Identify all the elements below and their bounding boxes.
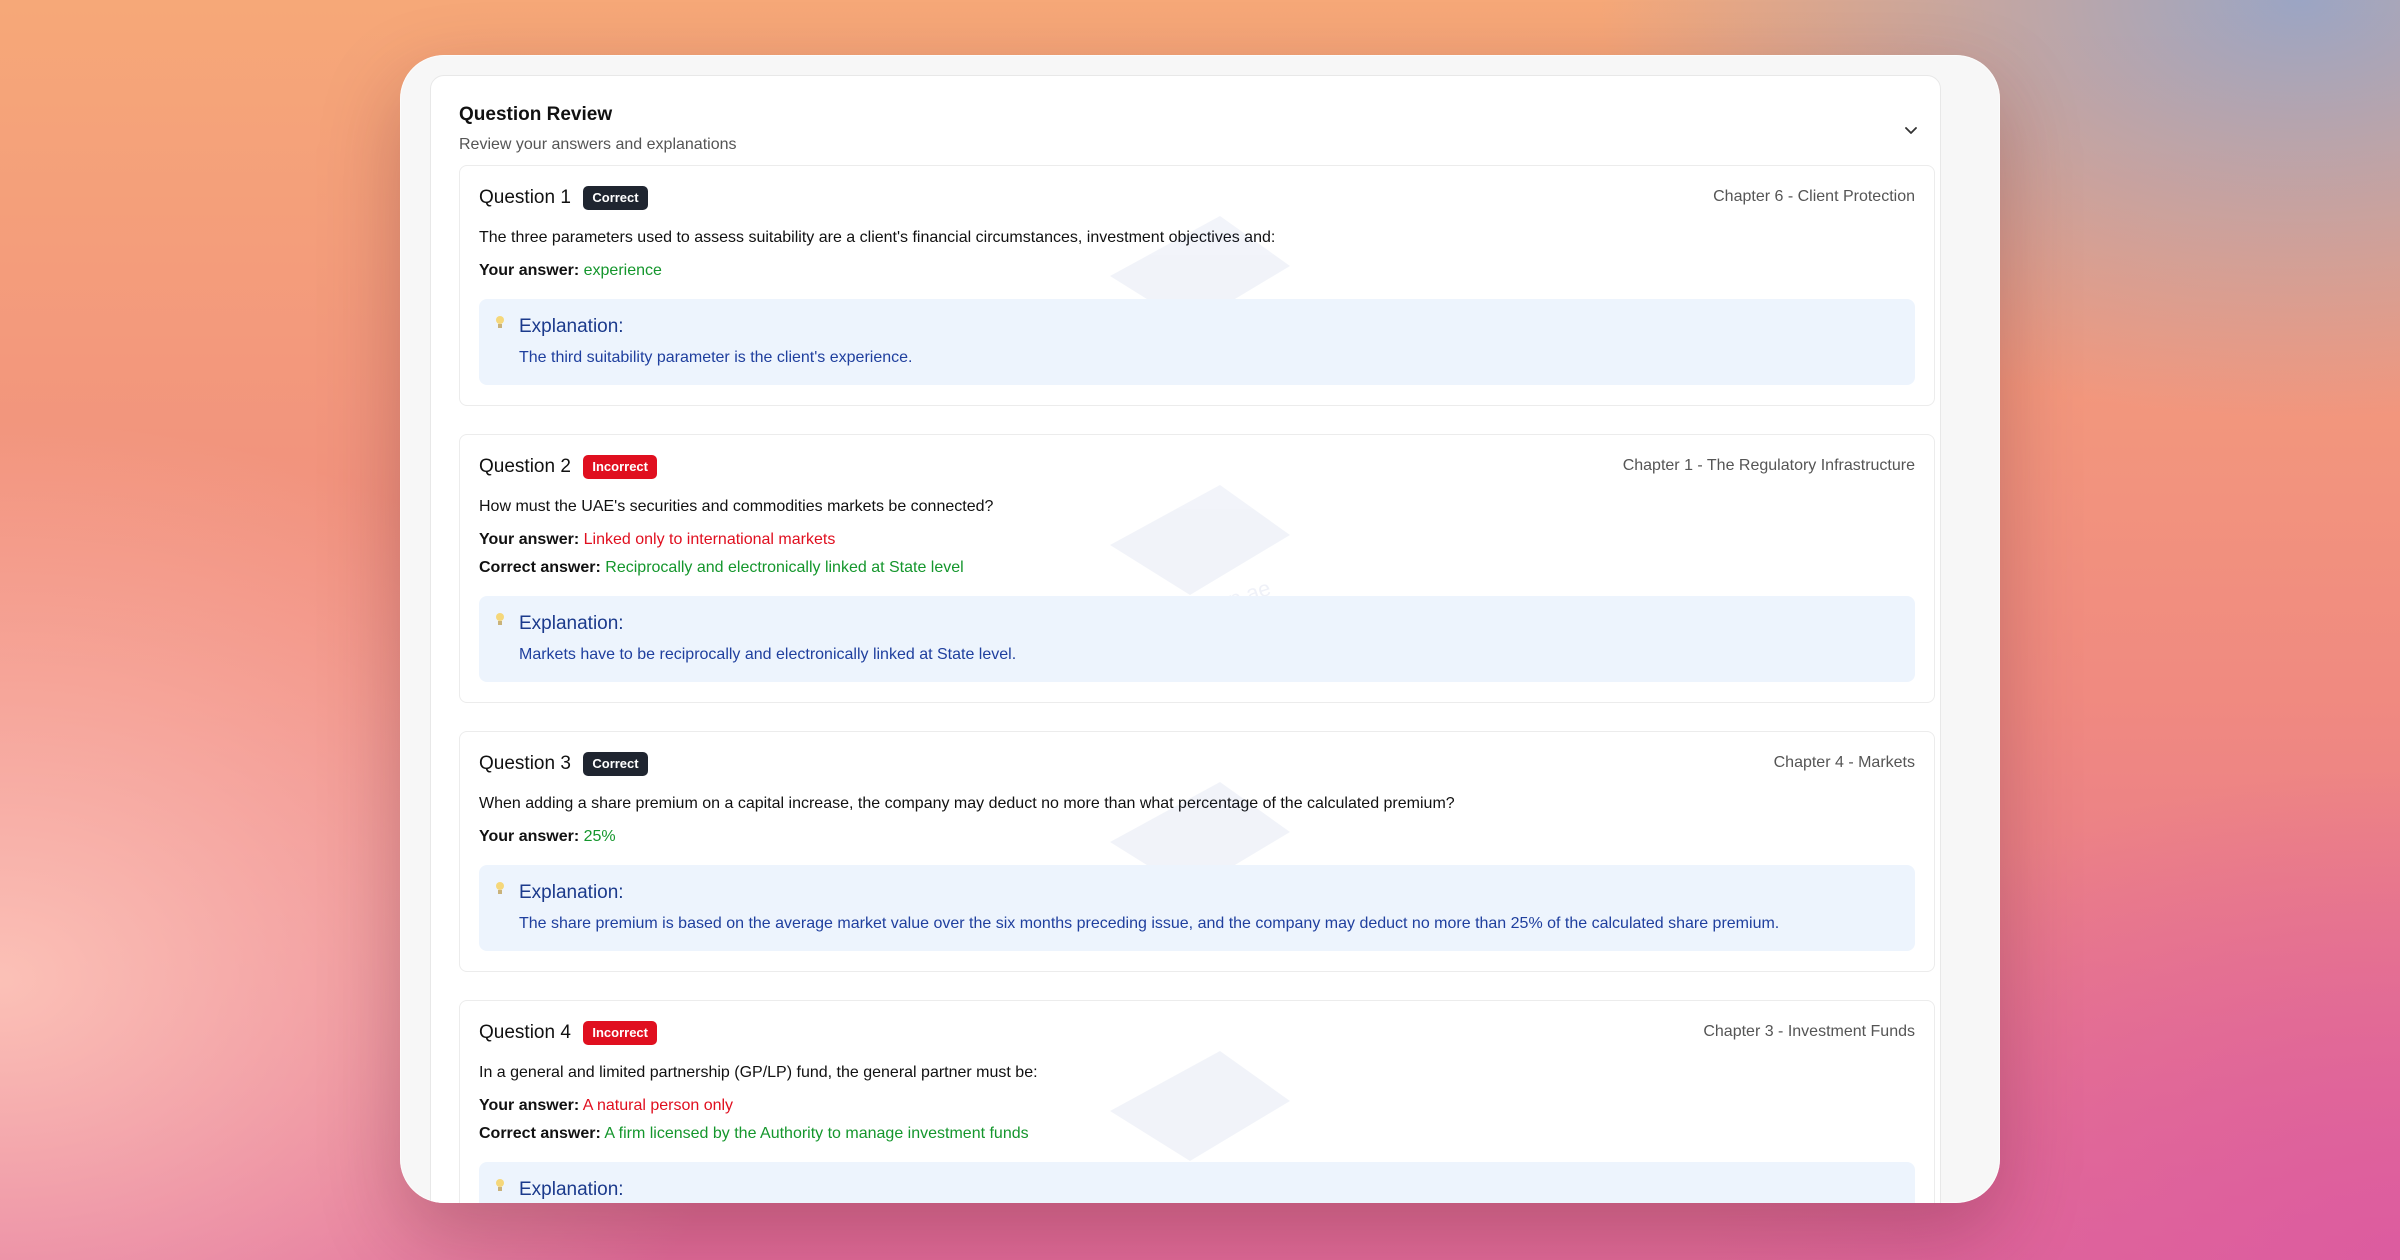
- app-window: Question Review Review your answers and …: [400, 55, 2000, 1203]
- your-answer-value: A natural person only: [582, 1097, 734, 1114]
- chapter-label: Chapter 6 - Client Protection: [1713, 188, 1915, 205]
- correct-answer-value: A firm licensed by the Authority to mana…: [604, 1125, 1029, 1142]
- question-list: ExamPrep.ae Question 1 Correct Chapter 6…: [459, 165, 1935, 1203]
- your-answer-value: 25%: [583, 828, 616, 845]
- explanation-title: Explanation:: [519, 882, 624, 903]
- your-answer-value: Linked only to international markets: [583, 531, 836, 548]
- status-badge: Incorrect: [583, 1021, 657, 1045]
- question-card: Question 4 Incorrect Chapter 3 - Investm…: [459, 1000, 1935, 1203]
- lightbulb-icon: [496, 1179, 504, 1191]
- question-header: Question 2 Incorrect Chapter 1 - The Reg…: [460, 435, 1934, 491]
- question-text: How must the UAE's securities and commod…: [479, 498, 994, 515]
- correct-answer-row: Correct answer: Reciprocally and electro…: [460, 554, 1934, 582]
- question-card: ExamPrep.ae Question 1 Correct Chapter 6…: [459, 165, 1935, 406]
- explanation-text: Markets have to be reciprocally and elec…: [519, 646, 1017, 663]
- question-header: Question 1 Correct Chapter 6 - Client Pr…: [460, 166, 1934, 222]
- question-text: In a general and limited partnership (GP…: [479, 1064, 1038, 1081]
- your-answer-label: Your answer:: [479, 531, 580, 548]
- question-card: ExamPrep.ae Question 2 Incorrect Chapter…: [459, 434, 1935, 703]
- your-answer-row: Your answer: A natural person only: [460, 1092, 1934, 1120]
- question-title: Question 4: [479, 1022, 571, 1043]
- chapter-label: Chapter 3 - Investment Funds: [1703, 1023, 1915, 1040]
- correct-answer-value: Reciprocally and electronically linked a…: [605, 559, 964, 576]
- lightbulb-icon: [496, 613, 504, 625]
- question-header: Question 4 Incorrect Chapter 3 - Investm…: [460, 1001, 1934, 1057]
- question-title: Question 2: [479, 456, 571, 477]
- question-title: Question 3: [479, 753, 571, 774]
- your-answer-label: Your answer:: [479, 828, 580, 845]
- chapter-label: Chapter 1 - The Regulatory Infrastructur…: [1622, 457, 1915, 474]
- question-text: The three parameters used to assess suit…: [479, 229, 1276, 246]
- explanation-title: Explanation:: [519, 613, 624, 634]
- question-title: Question 1: [479, 187, 571, 208]
- your-answer-value: experience: [583, 262, 662, 279]
- question-header: Question 3 Correct Chapter 4 - Markets: [460, 732, 1934, 788]
- status-badge: Incorrect: [583, 455, 657, 479]
- status-badge: Correct: [583, 752, 648, 776]
- explanation-text: The share premium is based on the averag…: [519, 915, 1780, 932]
- chevron-down-icon[interactable]: [1900, 120, 1922, 142]
- your-answer-label: Your answer:: [479, 1097, 580, 1114]
- explanation-title: Explanation:: [519, 1179, 624, 1200]
- explanation-box: Explanation: Markets have to be reciproc…: [479, 596, 1915, 682]
- explanation-box: Explanation: The share premium is based …: [479, 865, 1915, 951]
- status-badge: Correct: [583, 186, 648, 210]
- explanation-box: Explanation: The third suitability param…: [479, 299, 1915, 385]
- your-answer-row: Your answer: Linked only to internationa…: [460, 526, 1934, 554]
- explanation-box: Explanation:: [479, 1162, 1915, 1203]
- correct-answer-label: Correct answer:: [479, 559, 601, 576]
- correct-answer-label: Correct answer:: [479, 1125, 601, 1142]
- panel-subtitle: Review your answers and explanations: [459, 136, 737, 153]
- question-card: ExamPrep.ae Question 3 Correct Chapter 4…: [459, 731, 1935, 972]
- explanation-text: The third suitability parameter is the c…: [519, 349, 913, 366]
- your-answer-row: Your answer: 25%: [460, 823, 1934, 851]
- chapter-label: Chapter 4 - Markets: [1773, 754, 1915, 771]
- lightbulb-icon: [496, 316, 504, 328]
- explanation-title: Explanation:: [519, 316, 624, 337]
- your-answer-row: Your answer: experience: [460, 257, 1934, 285]
- correct-answer-row: Correct answer: A firm licensed by the A…: [460, 1120, 1934, 1148]
- panel-title: Question Review: [459, 104, 613, 125]
- your-answer-label: Your answer:: [479, 262, 580, 279]
- question-text: When adding a share premium on a capital…: [479, 795, 1455, 812]
- question-review-panel: Question Review Review your answers and …: [430, 75, 1941, 1203]
- lightbulb-icon: [496, 882, 504, 894]
